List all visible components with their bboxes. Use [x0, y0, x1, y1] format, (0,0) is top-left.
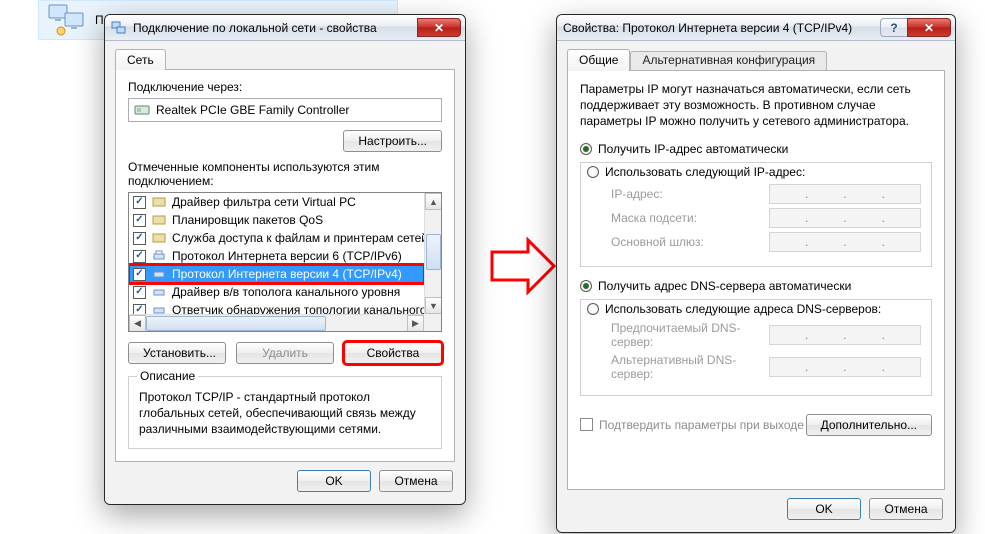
checkbox-icon[interactable] [133, 250, 146, 263]
radio-ip-manual-row[interactable]: Использовать следующий IP-адрес: [587, 165, 921, 179]
help-button[interactable]: ? [880, 18, 908, 37]
close-icon: ✕ [434, 21, 444, 35]
radio-ip-auto[interactable] [580, 143, 592, 155]
tab-panel-network: Подключение через: Realtek PCIe GBE Fami… [115, 69, 455, 462]
scroll-up-button[interactable]: ▲ [425, 193, 442, 210]
alternate-dns-label: Альтернативный DNS-сервер: [611, 353, 761, 381]
checkbox-icon[interactable] [133, 286, 146, 299]
titlebar[interactable]: Свойства: Протокол Интернета версии 4 (T… [557, 15, 955, 41]
install-button[interactable]: Установить... [128, 342, 226, 364]
dns-manual-group: Использовать следующие адреса DNS-сервер… [580, 299, 932, 396]
components-label: Отмеченные компоненты используются этим … [128, 160, 442, 188]
close-button[interactable]: ✕ [907, 18, 951, 37]
list-item[interactable]: Драйвер в/в тополога канального уровня [129, 283, 424, 301]
configure-button[interactable]: Настроить... [343, 130, 442, 152]
help-icon: ? [890, 21, 897, 35]
protocol-icon [151, 284, 167, 300]
tab-network[interactable]: Сеть [115, 49, 166, 70]
checkbox-icon[interactable] [133, 196, 146, 209]
uninstall-button: Удалить [236, 342, 334, 364]
checkbox-icon[interactable] [133, 268, 146, 281]
connection-properties-window: Подключение по локальной сети - свойства… [104, 14, 466, 505]
scroll-left-button[interactable]: ◀ [129, 315, 146, 332]
tcpipv4-properties-window: Свойства: Протокол Интернета версии 4 (T… [556, 14, 956, 533]
ok-button[interactable]: OK [297, 470, 371, 492]
description-text: Протокол TCP/IP - стандартный протокол г… [139, 389, 431, 438]
list-item-tcpipv4[interactable]: Протокол Интернета версии 4 (TCP/IPv4) [129, 265, 424, 283]
components-listbox[interactable]: Драйвер фильтра сети Virtual PC Планиров… [128, 192, 442, 332]
radio-dns-auto-row[interactable]: Получить адрес DNS-сервера автоматически [580, 279, 932, 293]
preferred-dns-label: Предпочитаемый DNS-сервер: [611, 321, 761, 349]
ok-button[interactable]: OK [787, 498, 861, 520]
checkbox-icon[interactable] [133, 304, 146, 315]
close-icon: ✕ [924, 21, 934, 35]
checkbox-icon[interactable] [133, 232, 146, 245]
titlebar[interactable]: Подключение по локальной сети - свойства… [105, 15, 465, 41]
list-item[interactable]: Служба доступа к файлам и принтерам сете… [129, 229, 424, 247]
description-legend: Описание [137, 369, 198, 383]
tab-general[interactable]: Общие [567, 49, 630, 71]
list-item[interactable]: Планировщик пакетов QoS [129, 211, 424, 229]
radio-ip-manual[interactable] [587, 166, 599, 178]
scroll-corner [424, 314, 441, 331]
window-title: Свойства: Протокол Интернета версии 4 (T… [563, 21, 852, 35]
scroll-thumb[interactable] [146, 316, 326, 331]
scroll-right-button[interactable]: ▶ [407, 315, 424, 332]
tab-alternate-config[interactable]: Альтернативная конфигурация [630, 51, 827, 71]
window-title: Подключение по локальной сети - свойства [133, 21, 377, 35]
radio-dns-auto[interactable] [580, 280, 592, 292]
radio-dns-manual-row[interactable]: Использовать следующие адреса DNS-сервер… [587, 302, 921, 316]
connect-via-label: Подключение через: [128, 80, 442, 94]
vertical-scrollbar[interactable]: ▲ ▼ [424, 193, 441, 314]
protocol-icon [151, 248, 167, 264]
preferred-dns-field: ... [769, 325, 921, 345]
cancel-button[interactable]: Отмена [379, 470, 453, 492]
gateway-label: Основной шлюз: [611, 235, 761, 249]
subnet-mask-field: ... [769, 208, 921, 228]
adapter-name: Realtek PCIe GBE Family Controller [156, 103, 349, 117]
alternate-dns-field: ... [769, 357, 921, 377]
radio-dns-manual[interactable] [587, 303, 599, 315]
list-item[interactable]: Драйвер фильтра сети Virtual PC [129, 193, 424, 211]
subnet-mask-label: Маска подсети: [611, 211, 761, 225]
list-item[interactable]: Протокол Интернета версии 6 (TCP/IPv6) [129, 247, 424, 265]
horizontal-scrollbar[interactable]: ◀ ▶ [129, 314, 424, 331]
ip-address-field: ... [769, 184, 921, 204]
adapter-field[interactable]: Realtek PCIe GBE Family Controller [128, 98, 442, 122]
close-button[interactable]: ✕ [417, 18, 461, 37]
component-icon [151, 230, 167, 246]
intro-text: Параметры IP могут назначаться автоматич… [580, 81, 932, 130]
component-icon [151, 194, 167, 210]
list-item[interactable]: Ответчик обнаружения топологии канальног… [129, 301, 424, 314]
adapter-icon [134, 102, 150, 118]
gateway-field: ... [769, 232, 921, 252]
confirm-on-exit-checkbox[interactable] [580, 418, 593, 431]
arrow-annotation [488, 236, 558, 296]
window-icon [111, 20, 127, 36]
protocol-icon [151, 266, 167, 282]
radio-ip-auto-row[interactable]: Получить IP-адрес автоматически [580, 142, 932, 156]
confirm-on-exit-row[interactable]: Подтвердить параметры при выходе [580, 418, 804, 432]
ip-manual-group: Использовать следующий IP-адрес: IP-адре… [580, 162, 932, 267]
advanced-button[interactable]: Дополнительно... [806, 414, 932, 436]
tab-panel-general: Параметры IP могут назначаться автоматич… [567, 70, 945, 490]
properties-button[interactable]: Свойства [344, 342, 442, 364]
component-icon [151, 212, 167, 228]
scroll-thumb[interactable] [426, 234, 441, 270]
protocol-icon [151, 302, 167, 314]
network-monitors-icon [47, 3, 87, 37]
confirm-on-exit-label: Подтвердить параметры при выходе [599, 418, 804, 432]
ip-address-label: IP-адрес: [611, 187, 761, 201]
scroll-down-button[interactable]: ▼ [425, 297, 442, 314]
checkbox-icon[interactable] [133, 214, 146, 227]
cancel-button[interactable]: Отмена [869, 498, 943, 520]
